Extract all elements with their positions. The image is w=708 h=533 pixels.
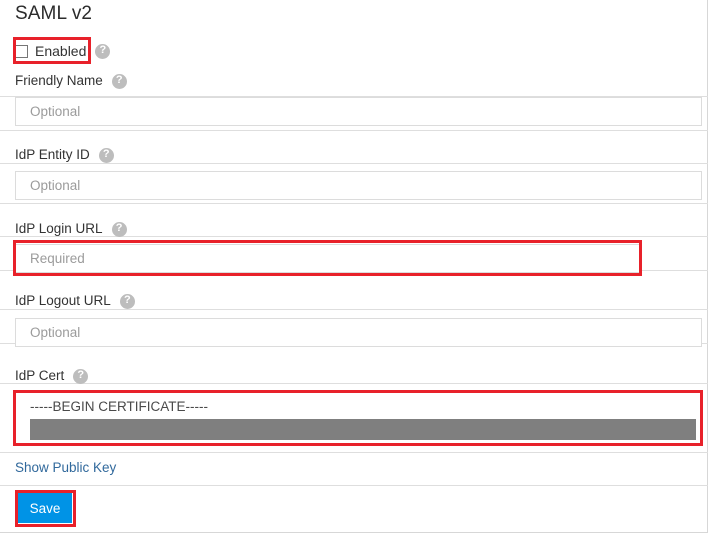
idp-logout-url-label-row: IdP Logout URL? [15, 292, 135, 310]
idp-entity-id-label-row: IdP Entity ID? [15, 146, 114, 164]
help-glyph: ? [115, 74, 123, 86]
idp-logout-url-label: IdP Logout URL [15, 293, 111, 309]
idp-cert-label-row: IdP Cert ? [15, 367, 89, 385]
idp-cert-label: IdP Cert [15, 368, 65, 384]
saml-settings-panel: SAML v2 Enabled ? Friendly Name?IdP Enti… [0, 0, 708, 533]
help-glyph: ? [115, 222, 123, 234]
idp-logout-url-input[interactable] [15, 318, 702, 347]
help-glyph: ? [99, 44, 107, 56]
idp-login-url-input[interactable] [15, 244, 642, 273]
friendly-name-input[interactable] [15, 97, 702, 126]
save-button[interactable]: Save [18, 493, 72, 523]
page-title: SAML v2 [15, 3, 93, 24]
separator-line [0, 452, 708, 453]
help-glyph: ? [77, 369, 85, 381]
enabled-row: Enabled ? [15, 40, 111, 62]
separator-line [0, 485, 708, 486]
friendly-name-label: Friendly Name [15, 73, 103, 89]
separator-line [0, 130, 708, 131]
separator-line [0, 383, 708, 384]
help-circle-icon-friendly-name[interactable]: ? [111, 73, 127, 89]
separator-line [0, 203, 708, 204]
show-public-key-link[interactable]: Show Public Key [15, 460, 116, 475]
redaction-bar [30, 419, 696, 440]
idp-login-url-label-row: IdP Login URL? [15, 220, 127, 238]
friendly-name-label-row: Friendly Name? [15, 72, 127, 90]
idp-entity-id-input[interactable] [15, 171, 702, 200]
enabled-label: Enabled [35, 43, 87, 59]
enabled-checkbox[interactable] [15, 44, 28, 58]
idp-entity-id-label: IdP Entity ID [15, 147, 90, 163]
help-circle-icon-enabled[interactable]: ? [95, 43, 111, 59]
idp-cert-textarea[interactable]: -----BEGIN CERTIFICATE----- [15, 392, 702, 444]
help-circle-icon-idp-logout-url[interactable]: ? [119, 293, 135, 309]
help-circle-icon-idp-login-url[interactable]: ? [111, 221, 127, 237]
idp-login-url-label: IdP Login URL [15, 221, 103, 237]
help-circle-icon-idp-entity-id[interactable]: ? [98, 147, 114, 163]
help-glyph: ? [102, 148, 110, 160]
idp-cert-first-line: -----BEGIN CERTIFICATE----- [30, 399, 208, 414]
help-glyph: ? [123, 294, 131, 306]
help-circle-icon-idp-cert[interactable]: ? [73, 368, 89, 384]
